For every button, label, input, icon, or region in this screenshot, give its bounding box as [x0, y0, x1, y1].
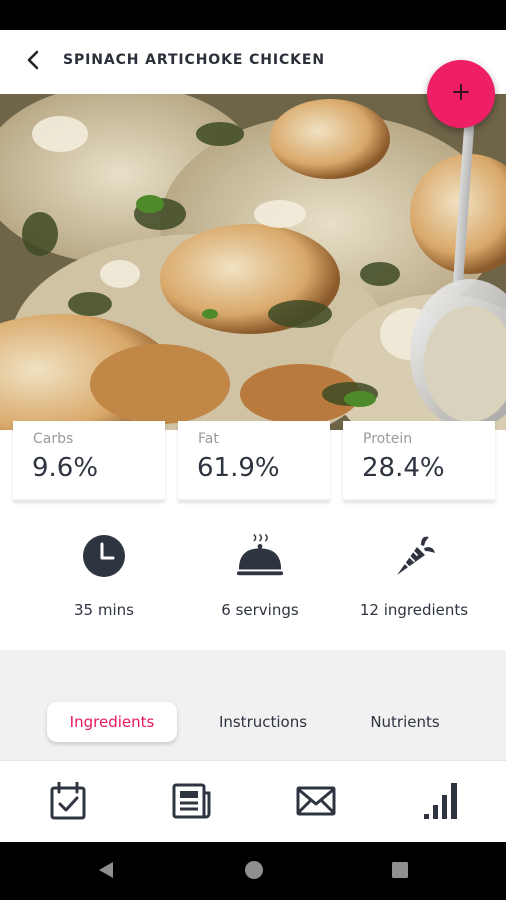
- clock-icon: [80, 532, 128, 580]
- system-recents-icon: [390, 860, 410, 884]
- nav-stats-button[interactable]: [418, 779, 466, 827]
- system-home-button[interactable]: [239, 857, 269, 887]
- time-text: 35 mins: [74, 601, 134, 619]
- carbs-card: Carbs 9.6%: [13, 421, 165, 501]
- nav-recipes-button[interactable]: [168, 779, 216, 827]
- nav-planner-button[interactable]: [44, 779, 92, 827]
- add-button[interactable]: [427, 60, 495, 128]
- fat-card: Fat 61.9%: [178, 421, 330, 501]
- back-arrow-icon: [24, 50, 44, 74]
- servings-stat: 6 servings: [180, 516, 340, 650]
- tab-ingredients[interactable]: Ingredients: [47, 702, 177, 742]
- ingredients-text: 12 ingredients: [359, 601, 469, 619]
- system-back-icon: [96, 860, 116, 884]
- protein-card: Protein 28.4%: [343, 421, 495, 501]
- ingredients-stat: 12 ingredients: [334, 516, 494, 650]
- newspaper-icon: [172, 783, 212, 823]
- protein-value: 28.4%: [362, 453, 445, 483]
- tab-instructions[interactable]: Instructions: [198, 702, 328, 742]
- tab-nutrients[interactable]: Nutrients: [340, 702, 470, 742]
- time-stat: 35 mins: [24, 516, 184, 650]
- serving-cloche-icon: [236, 532, 284, 580]
- tab-bar: Ingredients Instructions Nutrients: [0, 650, 506, 760]
- carbs-label: Carbs: [33, 431, 74, 447]
- bottom-nav: [0, 760, 506, 842]
- carrot-icon: [390, 532, 438, 580]
- fat-label: Fat: [198, 431, 219, 447]
- system-recents-button[interactable]: [385, 857, 415, 887]
- recipe-stats: 35 mins 6 servings 12 ingredients: [0, 516, 506, 650]
- system-nav-bar: [0, 842, 506, 900]
- protein-label: Protein: [363, 431, 413, 447]
- servings-text: 6 servings: [221, 601, 299, 619]
- back-button[interactable]: [18, 46, 50, 78]
- calendar-check-icon: [50, 781, 86, 824]
- fat-value: 61.9%: [197, 453, 280, 483]
- bar-chart-icon: [422, 781, 462, 825]
- envelope-icon: [296, 786, 336, 820]
- system-back-button[interactable]: [91, 857, 121, 887]
- plus-icon: [452, 83, 470, 105]
- system-home-icon: [244, 860, 264, 884]
- status-bar: [0, 0, 506, 30]
- page-title: SPINACH ARTICHOKE CHICKEN: [63, 52, 325, 68]
- nav-messages-button[interactable]: [292, 779, 340, 827]
- carbs-value: 9.6%: [32, 453, 99, 483]
- recipe-photo: [0, 94, 506, 430]
